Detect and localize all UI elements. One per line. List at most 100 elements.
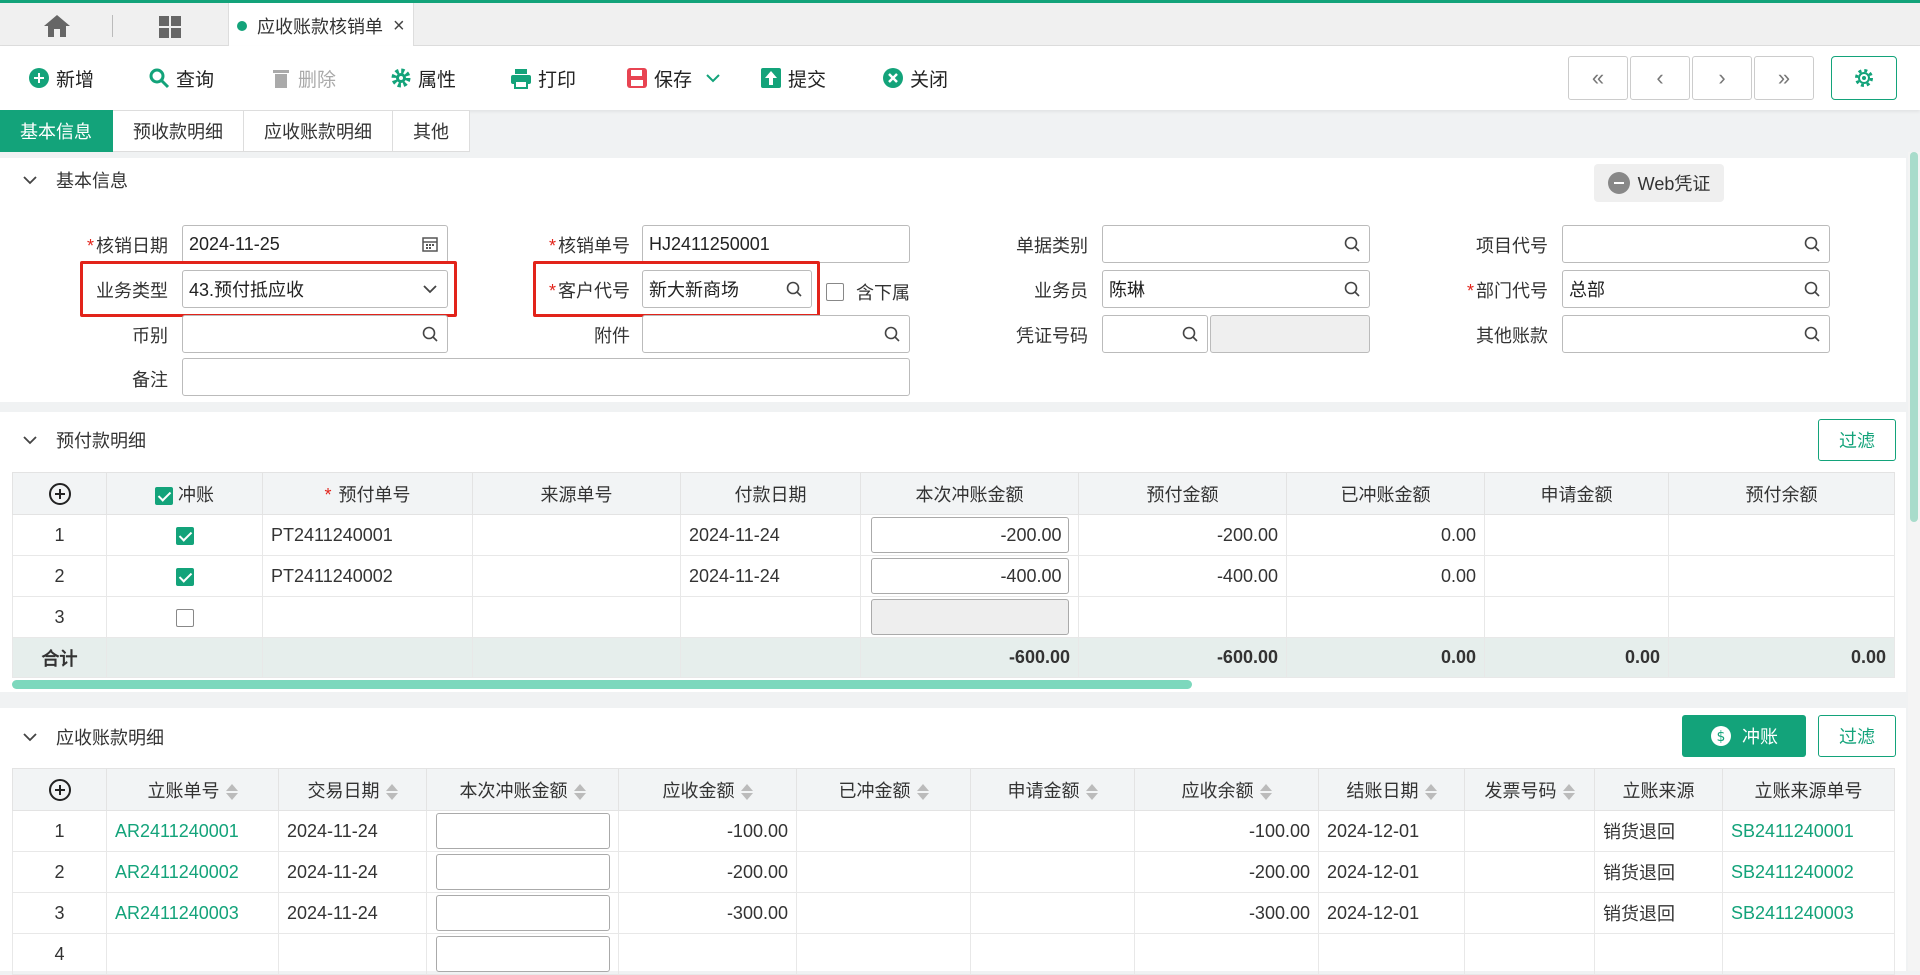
date-field[interactable]: 2024-11-25 — [182, 225, 448, 263]
source-no-link[interactable]: SB2411240001 — [1722, 810, 1895, 852]
tab-ar-detail[interactable]: 应收账款明细 — [244, 110, 393, 152]
table-row[interactable]: 2 PT2411240002 2024-11-24 -400.00 -400.0… — [12, 555, 1895, 597]
col-offset[interactable]: 冲账 — [106, 472, 263, 515]
calendar-icon[interactable] — [421, 235, 439, 253]
remark-field[interactable] — [182, 358, 910, 396]
close-tab-icon[interactable]: × — [393, 15, 405, 38]
table-row[interactable]: 1 AR2411240001 2024-11-24 -100.00 -100.0… — [12, 810, 1895, 852]
add-circle-icon[interactable] — [48, 778, 71, 801]
document-tab-title: 应收账款核销单 — [257, 17, 383, 37]
select-all-checkbox[interactable] — [154, 486, 173, 505]
add-row-header[interactable] — [12, 472, 107, 515]
col-ar-balance[interactable]: 应收余额 — [1134, 768, 1319, 811]
search-icon[interactable] — [1803, 280, 1821, 298]
col-receivable[interactable]: 应收金额 — [618, 768, 797, 811]
search-icon[interactable] — [1343, 235, 1361, 253]
col-offset-amount[interactable]: 本次冲账金额 — [426, 768, 619, 811]
col-apply-amount[interactable]: 申请金额 — [970, 768, 1135, 811]
submit-label: 提交 — [788, 69, 827, 91]
offset-amount-input[interactable] — [435, 813, 610, 849]
search-icon[interactable] — [1181, 325, 1199, 343]
offset-label: 冲账 — [1742, 727, 1778, 747]
dept-field[interactable]: 总部 — [1562, 270, 1830, 308]
col-close-date[interactable]: 结账日期 — [1318, 768, 1465, 811]
checkbox[interactable] — [826, 283, 844, 301]
tab-basic-info[interactable]: 基本信息 — [0, 110, 113, 152]
chevron-down-icon[interactable] — [706, 67, 720, 89]
table-row[interactable]: 3 — [12, 596, 1895, 638]
prepay-table: 冲账 * 预付单号 来源单号 付款日期 本次冲账金额 预付金额 已冲账金额 申请… — [12, 472, 1895, 678]
ar-filter-button[interactable]: 过滤 — [1818, 715, 1896, 757]
web-voucher-button[interactable]: Web凭证 — [1594, 164, 1724, 202]
table-row[interactable]: 4 — [12, 933, 1895, 975]
voucher-readonly-field — [1210, 315, 1370, 353]
next-record-button[interactable]: › — [1692, 56, 1752, 100]
currency-field[interactable] — [182, 315, 448, 353]
col-invoice-no[interactable]: 发票号码 — [1464, 768, 1595, 811]
source-no-link[interactable]: SB2411240003 — [1722, 892, 1895, 934]
save-button[interactable]: 保存 — [626, 62, 720, 94]
tab-other[interactable]: 其他 — [393, 110, 470, 152]
prev-record-button[interactable]: ‹ — [1630, 56, 1690, 100]
ar-no-link[interactable]: AR2411240003 — [106, 892, 279, 934]
search-icon[interactable] — [421, 325, 439, 343]
col-ar-no[interactable]: 立账单号 — [106, 768, 279, 811]
prepay-header[interactable]: 预付款明细 — [0, 412, 1906, 468]
print-button[interactable]: 打印 — [510, 62, 576, 94]
salesman-field[interactable]: 陈琳 — [1102, 270, 1370, 308]
close-button[interactable]: 关闭 — [882, 62, 948, 94]
search-icon[interactable] — [1803, 325, 1821, 343]
table-row[interactable]: 2 AR2411240002 2024-11-24 -200.00 -200.0… — [12, 851, 1895, 893]
row-checkbox[interactable] — [175, 608, 194, 627]
sort-icon — [1259, 783, 1272, 801]
add-row-header[interactable] — [12, 768, 107, 811]
offset-amount-input[interactable] — [435, 854, 610, 890]
query-button[interactable]: 查询 — [148, 62, 214, 94]
search-icon[interactable] — [1343, 280, 1361, 298]
source-no-link[interactable]: SB2411240002 — [1722, 851, 1895, 893]
first-record-button[interactable]: « — [1568, 56, 1628, 100]
project-field[interactable] — [1562, 225, 1830, 263]
properties-button[interactable]: 属性 — [390, 62, 456, 94]
col-trade-date[interactable]: 交易日期 — [278, 768, 427, 811]
add-circle-icon[interactable] — [48, 482, 71, 505]
add-button[interactable]: 新增 — [28, 62, 94, 94]
col-offset-done[interactable]: 已冲金额 — [796, 768, 971, 811]
home-icon[interactable] — [42, 13, 72, 39]
offset-amount-input[interactable] — [435, 936, 610, 972]
voucher-field[interactable] — [1102, 315, 1208, 353]
search-icon[interactable] — [883, 325, 901, 343]
table-row[interactable]: 1 PT2411240001 2024-11-24 -200.00 -200.0… — [12, 514, 1895, 556]
horizontal-scrollbar[interactable] — [12, 680, 1192, 689]
number-field[interactable]: HJ2411250001 — [642, 225, 910, 263]
remark-label: 备注 — [132, 370, 168, 390]
attachment-field[interactable] — [642, 315, 910, 353]
offset-amount-input[interactable] — [435, 895, 610, 931]
other-account-field[interactable] — [1562, 315, 1830, 353]
row-checkbox[interactable] — [175, 567, 194, 586]
vertical-scrollbar[interactable] — [1908, 152, 1920, 971]
col-pay-date: 付款日期 — [680, 472, 861, 515]
ar-no-link[interactable]: AR2411240001 — [106, 810, 279, 852]
last-record-button[interactable]: » — [1754, 56, 1814, 100]
scrollbar-thumb[interactable] — [1910, 152, 1918, 522]
offset-button[interactable]: $ 冲账 — [1682, 715, 1806, 757]
settings-button[interactable] — [1831, 56, 1897, 100]
document-tab[interactable]: 应收账款核销单 × — [228, 3, 414, 49]
submit-button[interactable]: 提交 — [760, 62, 826, 94]
tab-prepay-detail[interactable]: 预收款明细 — [113, 110, 244, 152]
doc-type-field[interactable] — [1102, 225, 1370, 263]
ar-no-link[interactable]: AR2411240002 — [106, 851, 279, 893]
delete-button[interactable]: 删除 — [270, 62, 336, 94]
total-row: 合计 -600.00 -600.00 0.00 0.00 0.00 — [12, 637, 1895, 678]
apps-grid-icon[interactable] — [158, 15, 182, 39]
offset-amount-input[interactable]: -400.00 — [870, 558, 1069, 594]
offset-amount-input[interactable]: -200.00 — [870, 517, 1069, 553]
table-row[interactable]: 3 AR2411240003 2024-11-24 -300.00 -300.0… — [12, 892, 1895, 934]
ar-header[interactable]: 应收账款明细 — [0, 708, 1906, 766]
include-sub-checkbox[interactable]: 含下属 — [826, 279, 910, 305]
search-icon[interactable] — [1803, 235, 1821, 253]
row-checkbox[interactable] — [175, 526, 194, 545]
sort-icon — [385, 783, 398, 801]
prepay-filter-button[interactable]: 过滤 — [1818, 419, 1896, 461]
